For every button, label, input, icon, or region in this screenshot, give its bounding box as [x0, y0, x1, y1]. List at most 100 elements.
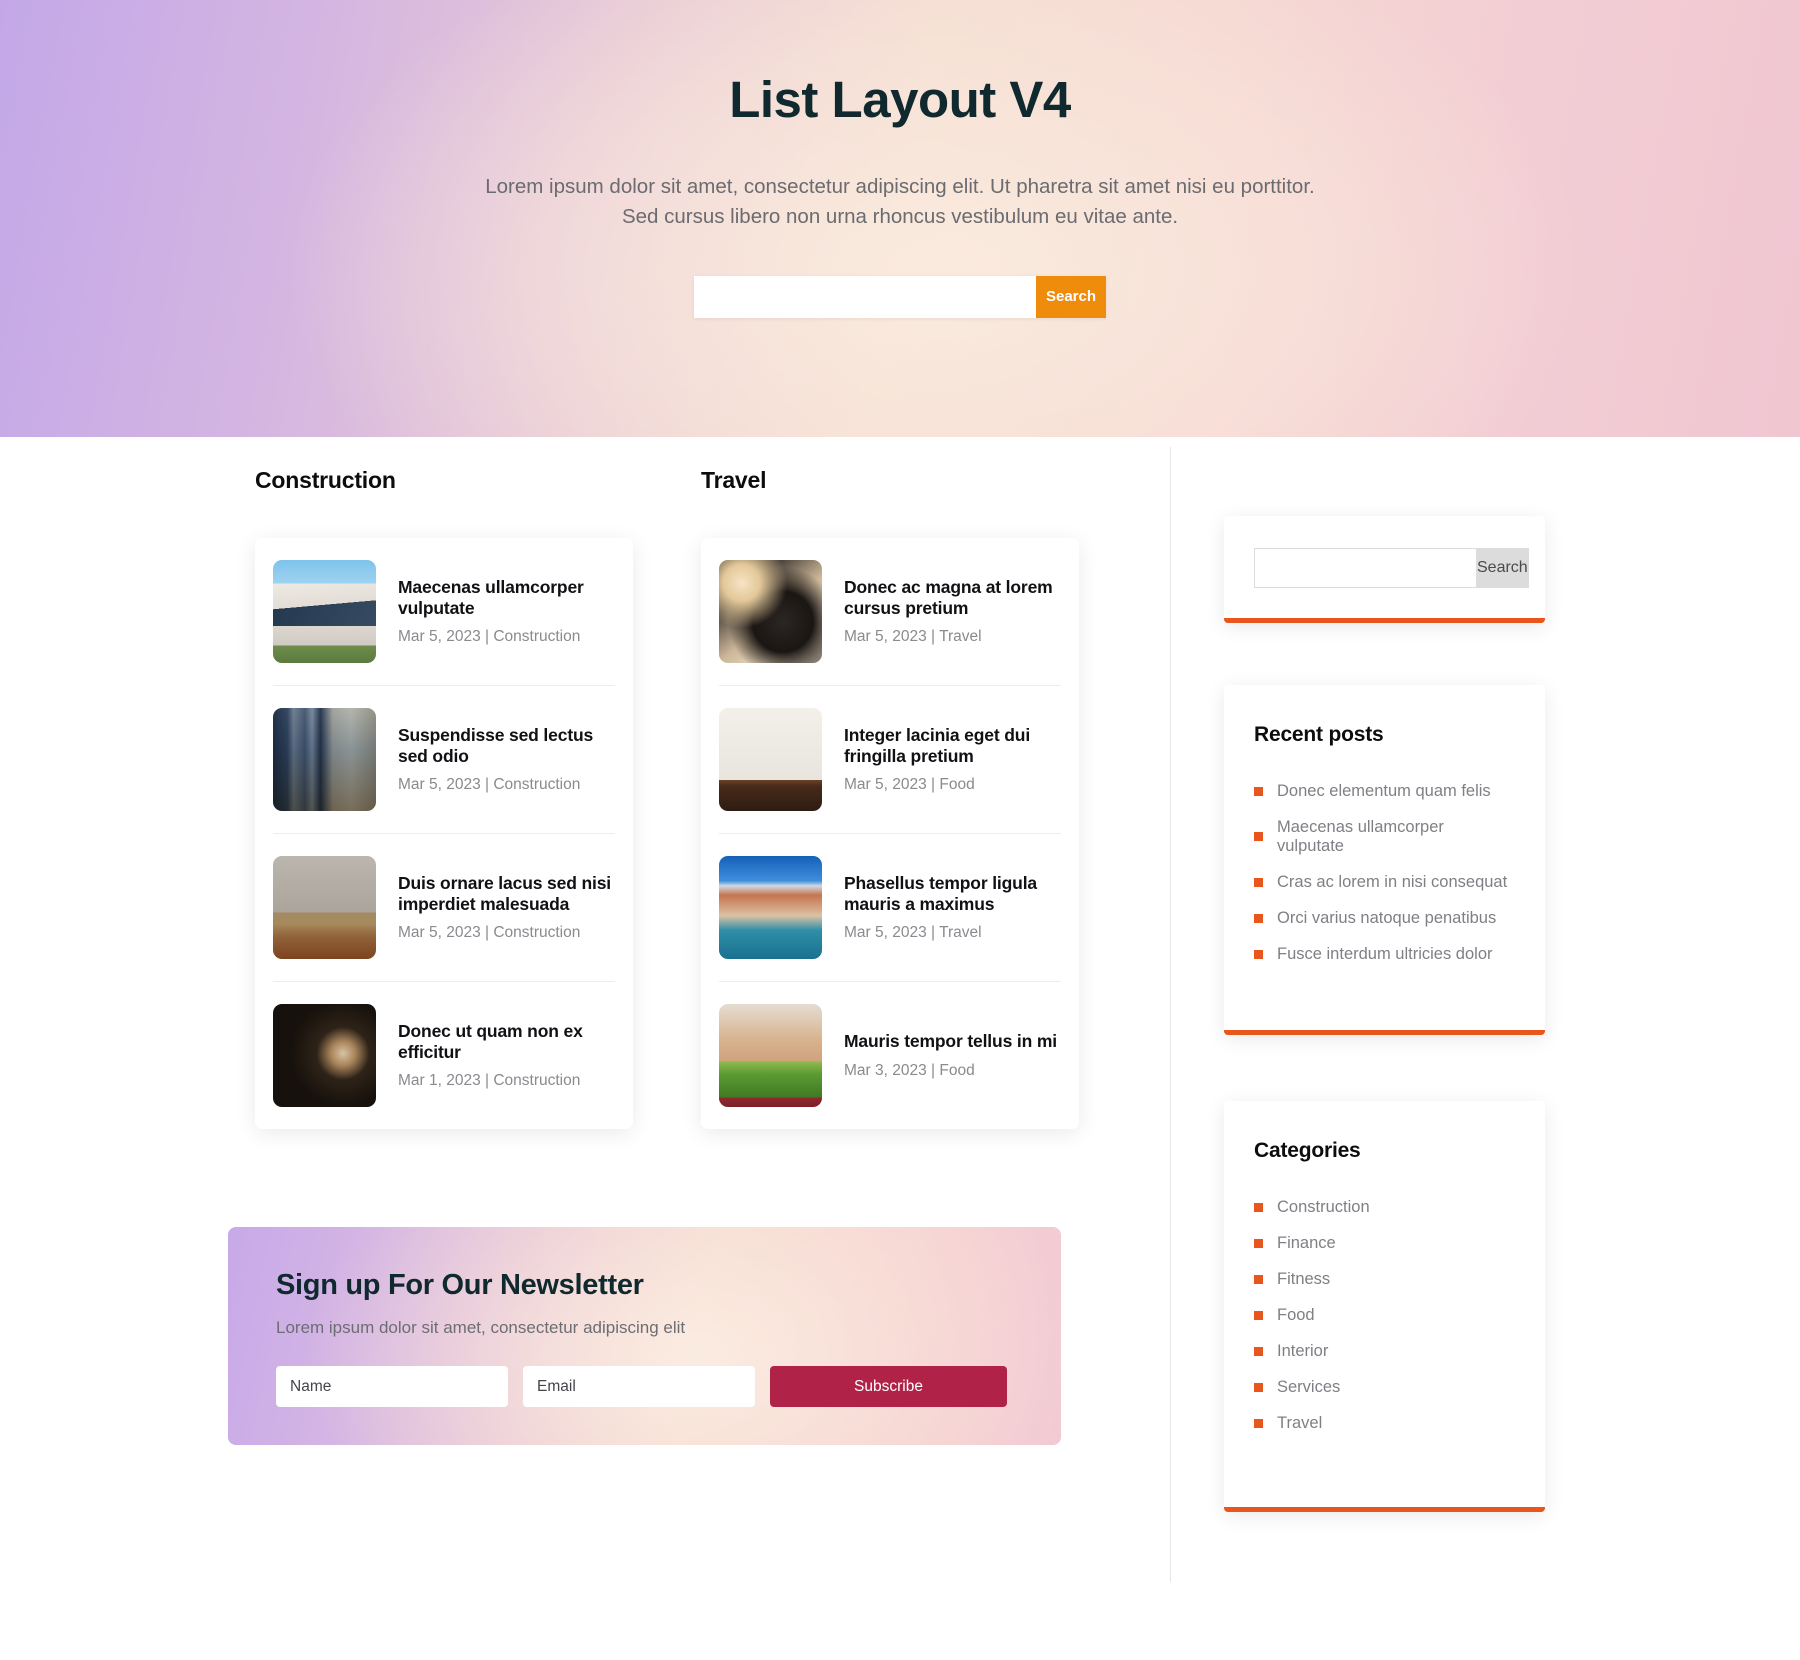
- categories-list: Construction Finance Fitness Food Interi…: [1254, 1189, 1515, 1441]
- hero-search-form: Search: [694, 275, 1106, 318]
- category-label: Travel: [1277, 1413, 1323, 1432]
- categories-title: Categories: [1254, 1139, 1361, 1162]
- post-thumbnail-house: [273, 560, 376, 663]
- recent-post-label: Maecenas ullamcorper vulputate: [1277, 817, 1444, 855]
- name-field[interactable]: [276, 1366, 508, 1407]
- category-label: Finance: [1277, 1233, 1336, 1252]
- post-meta: Mar 3, 2023 | Food: [844, 1061, 975, 1079]
- recent-posts-title: Recent posts: [1254, 723, 1384, 746]
- bullet-icon: [1254, 1274, 1263, 1284]
- hero-subtitle: Lorem ipsum dolor sit amet, consectetur …: [485, 175, 1315, 229]
- main-content: Construction Maecenas ullamcorper vulput…: [0, 437, 1800, 1660]
- recent-posts-list: Donec elementum quam felis Maecenas ulla…: [1254, 773, 1515, 972]
- email-field[interactable]: [523, 1366, 755, 1407]
- post-meta: Mar 1, 2023 | Construction: [398, 1072, 581, 1090]
- posts-area: Construction Maecenas ullamcorper vulput…: [255, 437, 1170, 1582]
- post-thumbnail-chocolate: [719, 708, 822, 811]
- newsletter-subtitle: Lorem ipsum dolor sit amet, consectetur …: [276, 1318, 686, 1337]
- recent-post-label: Donec elementum quam felis: [1277, 781, 1491, 800]
- post-card-construction: Maecenas ullamcorper vulputate Mar 5, 20…: [255, 538, 633, 1129]
- bullet-icon: [1254, 913, 1263, 923]
- bullet-icon: [1254, 1382, 1263, 1392]
- category-label: Food: [1277, 1305, 1315, 1324]
- post-title[interactable]: Mauris tempor tellus in mi: [844, 1031, 1061, 1052]
- column-title-construction: Construction: [255, 467, 396, 493]
- post-title[interactable]: Integer lacinia eget dui fringilla preti…: [844, 725, 1061, 768]
- post-meta: Mar 5, 2023 | Travel: [844, 628, 982, 646]
- post-title[interactable]: Donec ut quam non ex efficitur: [398, 1021, 615, 1064]
- column-travel: Travel Donec ac magna at lorem cursus pr…: [701, 467, 1079, 1129]
- post-columns: Construction Maecenas ullamcorper vulput…: [255, 437, 1170, 1129]
- category-label: Construction: [1277, 1197, 1370, 1216]
- post-title[interactable]: Donec ac magna at lorem cursus pretium: [844, 577, 1061, 620]
- bullet-icon: [1254, 1310, 1263, 1320]
- categories-widget: Categories Construction Finance Fitness: [1224, 1101, 1545, 1512]
- sidebar-search-form: Search: [1254, 548, 1529, 588]
- post-thumbnail-vegetables: [719, 1004, 822, 1107]
- post-thumbnail-driving: [719, 560, 822, 663]
- recent-posts-widget: Recent posts Donec elementum quam felis …: [1224, 685, 1545, 1035]
- recent-post-label: Cras ac lorem in nisi consequat: [1277, 872, 1508, 891]
- list-item[interactable]: Duis ornare lacus sed nisi imperdiet mal…: [273, 834, 615, 982]
- column-construction: Construction Maecenas ullamcorper vulput…: [255, 467, 633, 1129]
- category-label: Fitness: [1277, 1269, 1331, 1288]
- post-card-travel: Donec ac magna at lorem cursus pretium M…: [701, 538, 1079, 1129]
- list-item[interactable]: Integer lacinia eget dui fringilla preti…: [719, 686, 1061, 834]
- bullet-icon: [1254, 1346, 1263, 1356]
- newsletter-title: Sign up For Our Newsletter: [276, 1269, 644, 1301]
- list-item[interactable]: Services: [1254, 1369, 1515, 1405]
- list-item[interactable]: Interior: [1254, 1333, 1515, 1369]
- list-item[interactable]: Maecenas ullamcorper vulputate Mar 5, 20…: [273, 538, 615, 686]
- list-item[interactable]: Construction: [1254, 1189, 1515, 1225]
- category-label: Services: [1277, 1377, 1341, 1396]
- list-item[interactable]: Phasellus tempor ligula mauris a maximus…: [719, 834, 1061, 982]
- bullet-icon: [1254, 786, 1263, 796]
- newsletter-form: Subscribe: [276, 1366, 1013, 1407]
- list-item[interactable]: Fusce interdum ultricies dolor: [1254, 936, 1515, 972]
- post-thumbnail-city: [273, 708, 376, 811]
- post-title[interactable]: Phasellus tempor ligula mauris a maximus: [844, 873, 1061, 916]
- sidebar-search-widget: Search: [1224, 516, 1545, 623]
- bullet-icon: [1254, 877, 1263, 887]
- bullet-icon: [1254, 1418, 1263, 1428]
- list-item[interactable]: Mauris tempor tellus in mi Mar 3, 2023 |…: [719, 982, 1061, 1129]
- bullet-icon: [1254, 832, 1263, 841]
- post-title[interactable]: Duis ornare lacus sed nisi imperdiet mal…: [398, 873, 615, 916]
- hero-banner: List Layout V4 Lorem ipsum dolor sit ame…: [0, 0, 1800, 437]
- list-item[interactable]: Food: [1254, 1297, 1515, 1333]
- hero-search-button[interactable]: Search: [1036, 275, 1106, 318]
- list-item[interactable]: Orci varius natoque penatibus: [1254, 900, 1515, 936]
- search-button[interactable]: Search: [1476, 548, 1529, 588]
- subscribe-button[interactable]: Subscribe: [770, 1366, 1007, 1407]
- page-title: List Layout V4: [729, 71, 1071, 128]
- list-item[interactable]: Finance: [1254, 1225, 1515, 1261]
- post-meta: Mar 5, 2023 | Construction: [398, 628, 581, 646]
- newsletter-signup: Sign up For Our Newsletter Lorem ipsum d…: [228, 1227, 1061, 1445]
- list-item[interactable]: Donec ac magna at lorem cursus pretium M…: [719, 538, 1061, 686]
- list-item[interactable]: Maecenas ullamcorper vulputate: [1254, 809, 1515, 864]
- post-thumbnail-venice: [719, 856, 822, 959]
- category-label: Interior: [1277, 1341, 1329, 1360]
- post-meta: Mar 5, 2023 | Food: [844, 776, 975, 794]
- recent-post-label: Fusce interdum ultricies dolor: [1277, 944, 1493, 963]
- list-item[interactable]: Fitness: [1254, 1261, 1515, 1297]
- bullet-icon: [1254, 1202, 1263, 1212]
- list-item[interactable]: Cras ac lorem in nisi consequat: [1254, 864, 1515, 900]
- post-meta: Mar 5, 2023 | Construction: [398, 924, 581, 942]
- list-item[interactable]: Suspendisse sed lectus sed odio Mar 5, 2…: [273, 686, 615, 834]
- column-title-travel: Travel: [701, 467, 767, 493]
- hero-search-input[interactable]: [694, 275, 1036, 318]
- post-title[interactable]: Suspendisse sed lectus sed odio: [398, 725, 615, 768]
- list-item[interactable]: Donec ut quam non ex efficitur Mar 1, 20…: [273, 982, 615, 1129]
- list-item[interactable]: Donec elementum quam felis: [1254, 773, 1515, 809]
- bullet-icon: [1254, 1238, 1263, 1248]
- post-thumbnail-leather: [273, 1004, 376, 1107]
- recent-post-label: Orci varius natoque penatibus: [1277, 908, 1497, 927]
- list-item[interactable]: Travel: [1254, 1405, 1515, 1441]
- sidebar: Search Recent posts Donec elementum quam…: [1171, 437, 1545, 1582]
- bullet-icon: [1254, 949, 1263, 959]
- search-input[interactable]: [1254, 548, 1476, 588]
- post-thumbnail-crane: [273, 856, 376, 959]
- post-title[interactable]: Maecenas ullamcorper vulputate: [398, 577, 615, 620]
- post-meta: Mar 5, 2023 | Construction: [398, 776, 581, 794]
